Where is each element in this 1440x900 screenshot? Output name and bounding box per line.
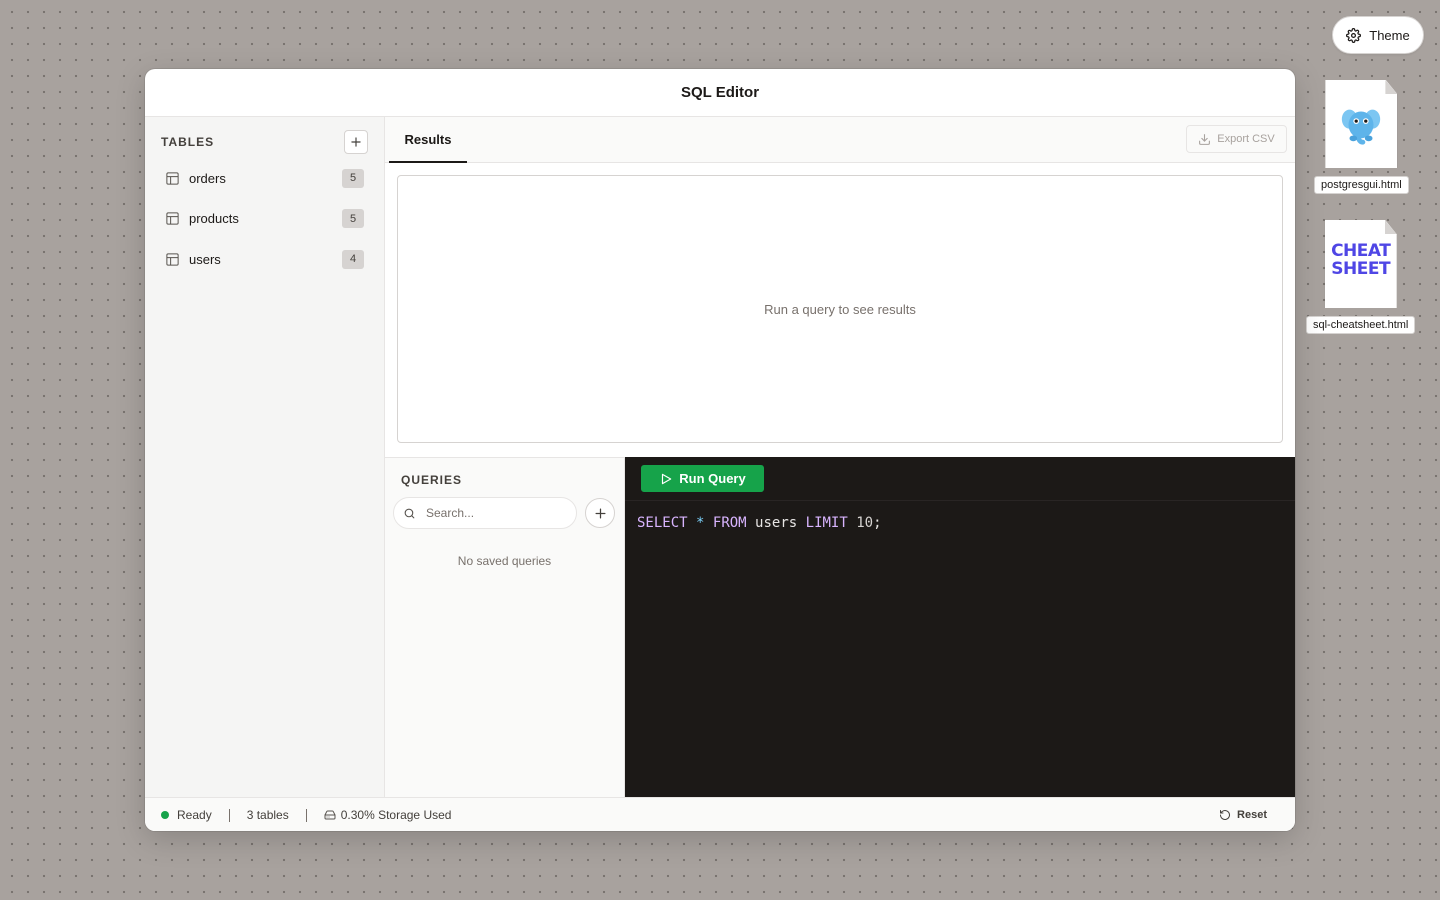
reset-icon: [1220, 810, 1231, 820]
add-query-button[interactable]: [585, 498, 615, 528]
download-icon: [1199, 133, 1211, 145]
row-count-badge: 4: [342, 249, 364, 269]
desktop-file-sql-cheatsheet[interactable]: CHEAT SHEET sql-cheatsheet.html: [1306, 220, 1416, 334]
status-bar: Ready 3 tables 0.30% Storage Used Reset: [145, 797, 1295, 831]
sql-editor-window: SQL Editor TABLES orders 5 products 5 us…: [145, 69, 1295, 831]
run-query-button[interactable]: Run Query: [641, 465, 764, 492]
row-count-badge: 5: [342, 168, 364, 188]
window-titlebar: SQL Editor: [145, 69, 1295, 117]
export-csv-button[interactable]: Export CSV: [1186, 125, 1287, 153]
queries-header: QUERIES: [385, 458, 624, 491]
search-icon: [404, 508, 415, 518]
reset-label: Reset: [1237, 809, 1267, 821]
queries-panel: QUERIES No saved queries: [385, 457, 625, 798]
table-name: users: [189, 251, 221, 267]
table-item-products[interactable]: products 5: [145, 199, 384, 240]
queries-search-input[interactable]: [424, 505, 568, 521]
storage-used: 0.30% Storage Used: [340, 808, 452, 822]
gear-icon: [1346, 27, 1362, 43]
row-count-badge: 5: [342, 209, 364, 229]
tables-sidebar: TABLES orders 5 products 5 users 4: [145, 117, 385, 797]
results-tabs: Results Export CSV: [385, 117, 1295, 163]
sql-code-editor[interactable]: SELECT * FROM users LIMIT 10;: [625, 501, 1295, 545]
results-empty-message: Run a query to see results: [764, 301, 916, 317]
theme-button-label: Theme: [1369, 27, 1410, 43]
status-dot: [161, 811, 169, 819]
status-divider: [228, 808, 230, 822]
code-keyword: SELECT: [637, 515, 688, 531]
editor-toolbar: Run Query: [625, 457, 1295, 501]
theme-button[interactable]: Theme: [1332, 16, 1424, 54]
status-table-count: 3 tables: [246, 808, 289, 822]
code-keyword: FROM: [712, 515, 747, 531]
table-list: orders 5 products 5 users 4: [145, 158, 384, 280]
add-table-button[interactable]: [344, 130, 368, 154]
storage-status: 0.30% Storage Used: [324, 808, 452, 822]
table-item-orders[interactable]: orders 5: [145, 158, 384, 199]
file-document: [1325, 80, 1398, 168]
code-number: 10: [856, 515, 874, 531]
file-label: postgresgui.html: [1314, 176, 1409, 194]
tab-results[interactable]: Results: [389, 117, 467, 163]
status-divider: [305, 808, 307, 822]
queries-section-title: QUERIES: [401, 473, 463, 487]
results-empty-state: Run a query to see results: [397, 175, 1283, 443]
results-area: Results Export CSV Run a query to see re…: [385, 117, 1295, 457]
queries-empty-message: No saved queries: [457, 554, 552, 568]
code-punctuation: ;: [873, 515, 882, 531]
window-title: SQL Editor: [680, 84, 760, 101]
status-state: Ready: [177, 808, 212, 822]
table-icon: [166, 212, 179, 225]
run-query-label: Run Query: [679, 471, 746, 486]
table-item-users[interactable]: users 4: [145, 239, 384, 280]
sql-editor-panel: Run Query SELECT * FROM users LIMIT 10;: [625, 457, 1295, 797]
file-label: sql-cheatsheet.html: [1306, 316, 1416, 334]
cheatsheet-icon: CHEAT SHEET: [1331, 241, 1391, 279]
export-csv-label: Export CSV: [1217, 133, 1275, 145]
code-operator: *: [696, 515, 705, 531]
table-icon: [166, 172, 179, 185]
reset-button[interactable]: Reset: [1219, 809, 1267, 821]
queries-search-row: [385, 497, 624, 529]
queries-search-box[interactable]: [393, 497, 577, 529]
table-icon: [166, 253, 179, 266]
hard-drive-icon: [324, 810, 336, 820]
desktop-file-postgresgui[interactable]: postgresgui.html: [1314, 80, 1409, 194]
tables-header: TABLES: [145, 117, 384, 154]
plus-icon: [351, 137, 361, 147]
plus-icon: [595, 508, 605, 518]
elephant-icon: [1342, 109, 1381, 145]
code-identifier: users: [755, 515, 798, 531]
table-name: orders: [189, 170, 226, 186]
file-document: CHEAT SHEET: [1324, 220, 1397, 308]
table-name: products: [189, 211, 239, 227]
code-keyword: LIMIT: [805, 515, 848, 531]
play-icon: [662, 473, 672, 484]
tables-section-title: TABLES: [161, 135, 215, 149]
